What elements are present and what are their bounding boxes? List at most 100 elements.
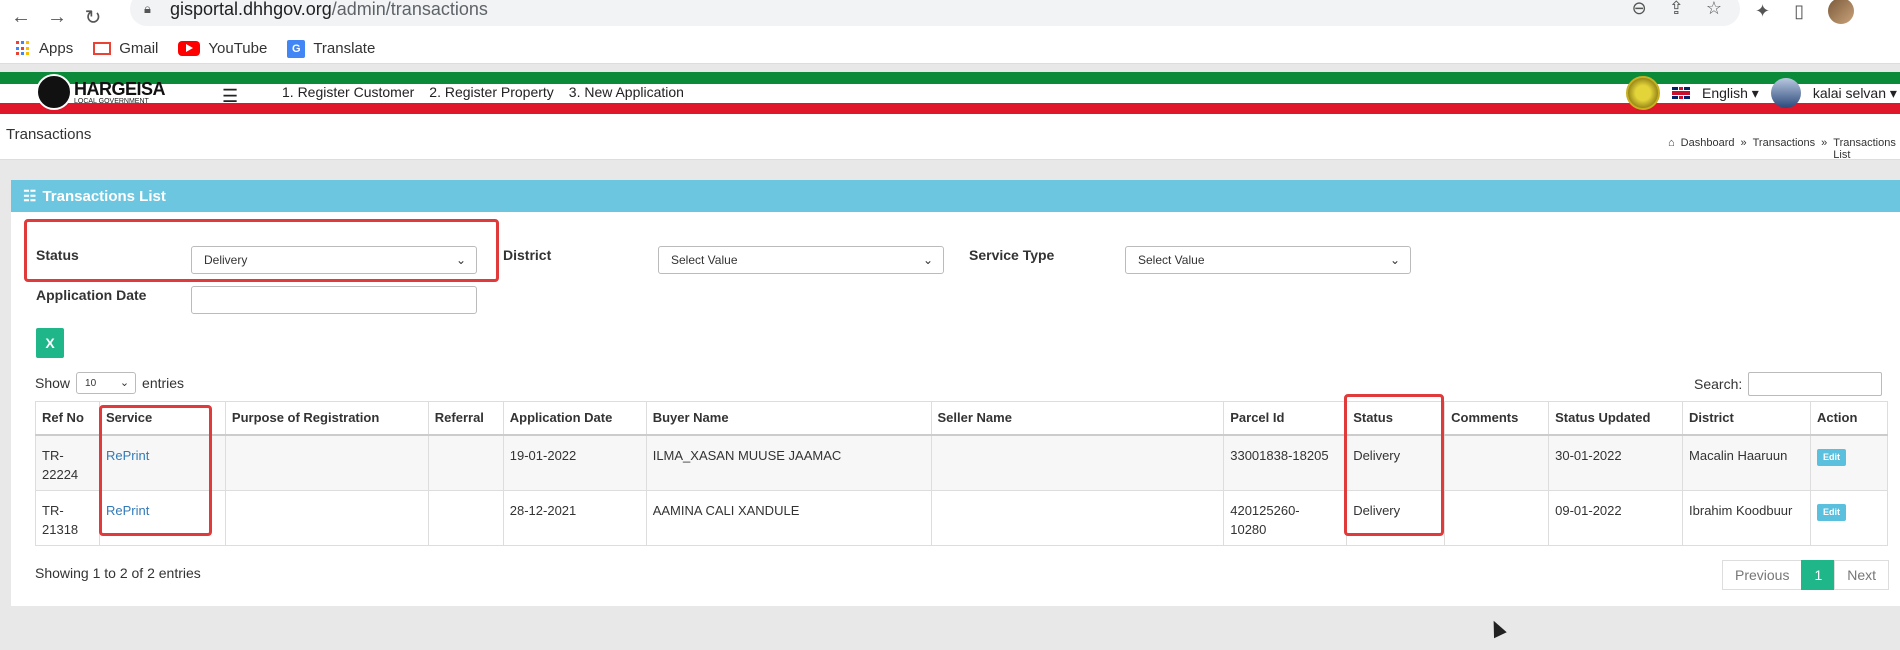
cell-buyer: AAMINA CALI XANDULE [645,489,932,546]
side-panel-icon[interactable]: ▯ [1794,1,1804,22]
page-title-bar: Transactions ⌂ Dashboard » Transactions … [0,114,1900,161]
cell-parcel: 420125260- 10280 [1223,489,1348,546]
table-info: Showing 1 to 2 of 2 entries [35,565,201,581]
page-1-button[interactable]: 1 [1801,560,1836,590]
logo-mark-icon [36,74,72,110]
cell-action: Edit [1809,489,1889,546]
previous-page-button[interactable]: Previous [1722,560,1803,590]
hamburger-menu-icon[interactable]: ☰ [222,86,238,107]
column-header[interactable]: Action [1809,401,1889,436]
cell-comments [1444,489,1550,546]
cell-purpose [224,434,429,491]
forward-icon[interactable]: → [42,4,72,30]
page-length-select[interactable]: 10 ⌄ [76,372,137,394]
bookmarks-bar: Apps Gmail YouTube G Translate [0,34,1900,64]
excel-icon: X [45,335,55,351]
next-page-button[interactable]: Next [1834,560,1890,590]
browser-toolbar: ← → ↻ 🔒︎ gisportal.dhhgov.org/admin/tran… [0,0,1900,34]
cell-updated: 09-01-2022 [1548,489,1684,546]
list-icon: ☷ [23,188,37,205]
youtube-icon [178,41,201,56]
bookmark-star-icon[interactable]: ☆ [1706,0,1722,19]
breadcrumb-dashboard[interactable]: Dashboard [1681,137,1735,161]
extensions-icon[interactable]: ✦ [1755,1,1770,22]
column-header[interactable]: Application Date [502,401,647,436]
page-title: Transactions [6,126,92,143]
column-header[interactable]: Parcel Id [1223,401,1348,436]
back-icon[interactable]: ← [6,4,36,30]
search-input[interactable] [1748,372,1883,396]
bookmark-apps[interactable]: Apps [16,40,73,57]
table-header-row: Ref No Service Purpose of Registration Refe… [35,401,1889,436]
breadcrumb-transactions-list: Transactions List [1833,137,1896,161]
page-length-control: Show 10 ⌄ entries [35,372,184,394]
language-dropdown[interactable]: English ▾ [1702,85,1759,102]
cell-parcel: 33001838-18205 [1223,434,1348,491]
cell-referral [427,434,504,491]
cell-ref: TR- 21318 [35,489,100,546]
cell-comments [1444,434,1550,491]
app-header: HARGEISA LOCAL GOVERNMENT ☰ 1. Register … [0,72,1900,114]
cell-app-date: 28-12-2021 [502,489,647,546]
menu-new-application[interactable]: 3. New Application [569,84,684,100]
zoom-out-icon[interactable]: ⊖ [1632,0,1647,19]
cell-action: Edit [1809,434,1889,491]
cell-referral [427,489,504,546]
service-type-filter-label: Service Type [969,247,1055,263]
table-search: Search: [1694,372,1883,396]
pagination: Previous 1 Next [1722,560,1890,590]
panel-header: ☷ Transactions List [11,180,1900,212]
bookmark-gmail[interactable]: Gmail [93,40,158,57]
chevron-down-icon: ⌄ [922,253,933,267]
cell-ref: TR- 22224 [35,434,100,491]
cell-updated: 30-01-2022 [1548,434,1684,491]
address-bar[interactable]: 🔒︎ gisportal.dhhgov.org/admin/transactio… [130,0,1740,26]
user-avatar[interactable] [1770,78,1801,108]
chevron-down-icon: ⌄ [119,377,130,389]
transactions-panel: ☷ Transactions List Status Delivery ⌄ Di… [11,180,1900,606]
column-header[interactable]: Ref No [35,401,100,436]
government-seal-icon [1626,76,1660,110]
column-header[interactable]: Purpose of Registration [224,401,429,436]
url-text: gisportal.dhhgov.org/admin/transactions [170,0,488,19]
home-icon: ⌂ [1668,137,1675,149]
service-column-highlight [99,405,212,536]
application-date-label: Application Date [36,287,147,303]
breadcrumb: ⌂ Dashboard » Transactions » Transaction… [1668,137,1900,161]
column-header[interactable]: Seller Name [930,401,1225,436]
edit-button[interactable]: Edit [1816,448,1846,466]
cell-seller [930,489,1225,546]
hargeisa-logo[interactable]: HARGEISA LOCAL GOVERNMENT [36,74,166,110]
district-filter-select[interactable]: Select Value ⌄ [658,246,944,274]
menu-register-customer[interactable]: 1. Register Customer [282,84,414,100]
flag-stripe-red [0,103,1900,114]
status-column-highlight [1344,394,1444,536]
cell-seller [930,434,1225,491]
column-header[interactable]: Status Updated [1548,401,1684,436]
column-header[interactable]: Comments [1444,401,1550,436]
menu-register-property[interactable]: 2. Register Property [429,84,554,100]
table-row: TR- 21318 RePrint 28-12-2021 AAMINA CALI XA… [35,489,1889,546]
application-date-input[interactable] [191,286,477,314]
translate-icon: G [287,39,306,58]
column-header[interactable]: Referral [427,401,504,436]
column-header[interactable]: Buyer Name [645,401,932,436]
profile-avatar[interactable] [1828,0,1854,24]
mouse-cursor [1487,617,1507,639]
bookmark-translate[interactable]: G Translate [287,39,375,58]
user-menu[interactable]: kalai selvan ▾ [1813,85,1897,102]
status-filter-highlight [24,219,499,282]
transactions-table: Ref No Service Purpose of Registration Refe… [35,401,1889,546]
gmail-icon [93,42,112,55]
service-type-filter-select[interactable]: Select Value ⌄ [1125,246,1411,274]
apps-grid-icon [16,41,31,56]
breadcrumb-transactions[interactable]: Transactions [1753,137,1816,161]
bookmark-youtube[interactable]: YouTube [178,40,267,57]
share-icon[interactable]: ⇪ [1669,0,1684,19]
reload-icon[interactable]: ↻ [78,4,108,30]
export-excel-button[interactable]: X [36,328,64,358]
edit-button[interactable]: Edit [1816,503,1846,521]
column-header[interactable]: District [1682,401,1811,436]
cell-buyer: ILMA_XASAN MUUSE JAAMAC [645,434,932,491]
lock-icon: 🔒︎ [144,1,151,16]
